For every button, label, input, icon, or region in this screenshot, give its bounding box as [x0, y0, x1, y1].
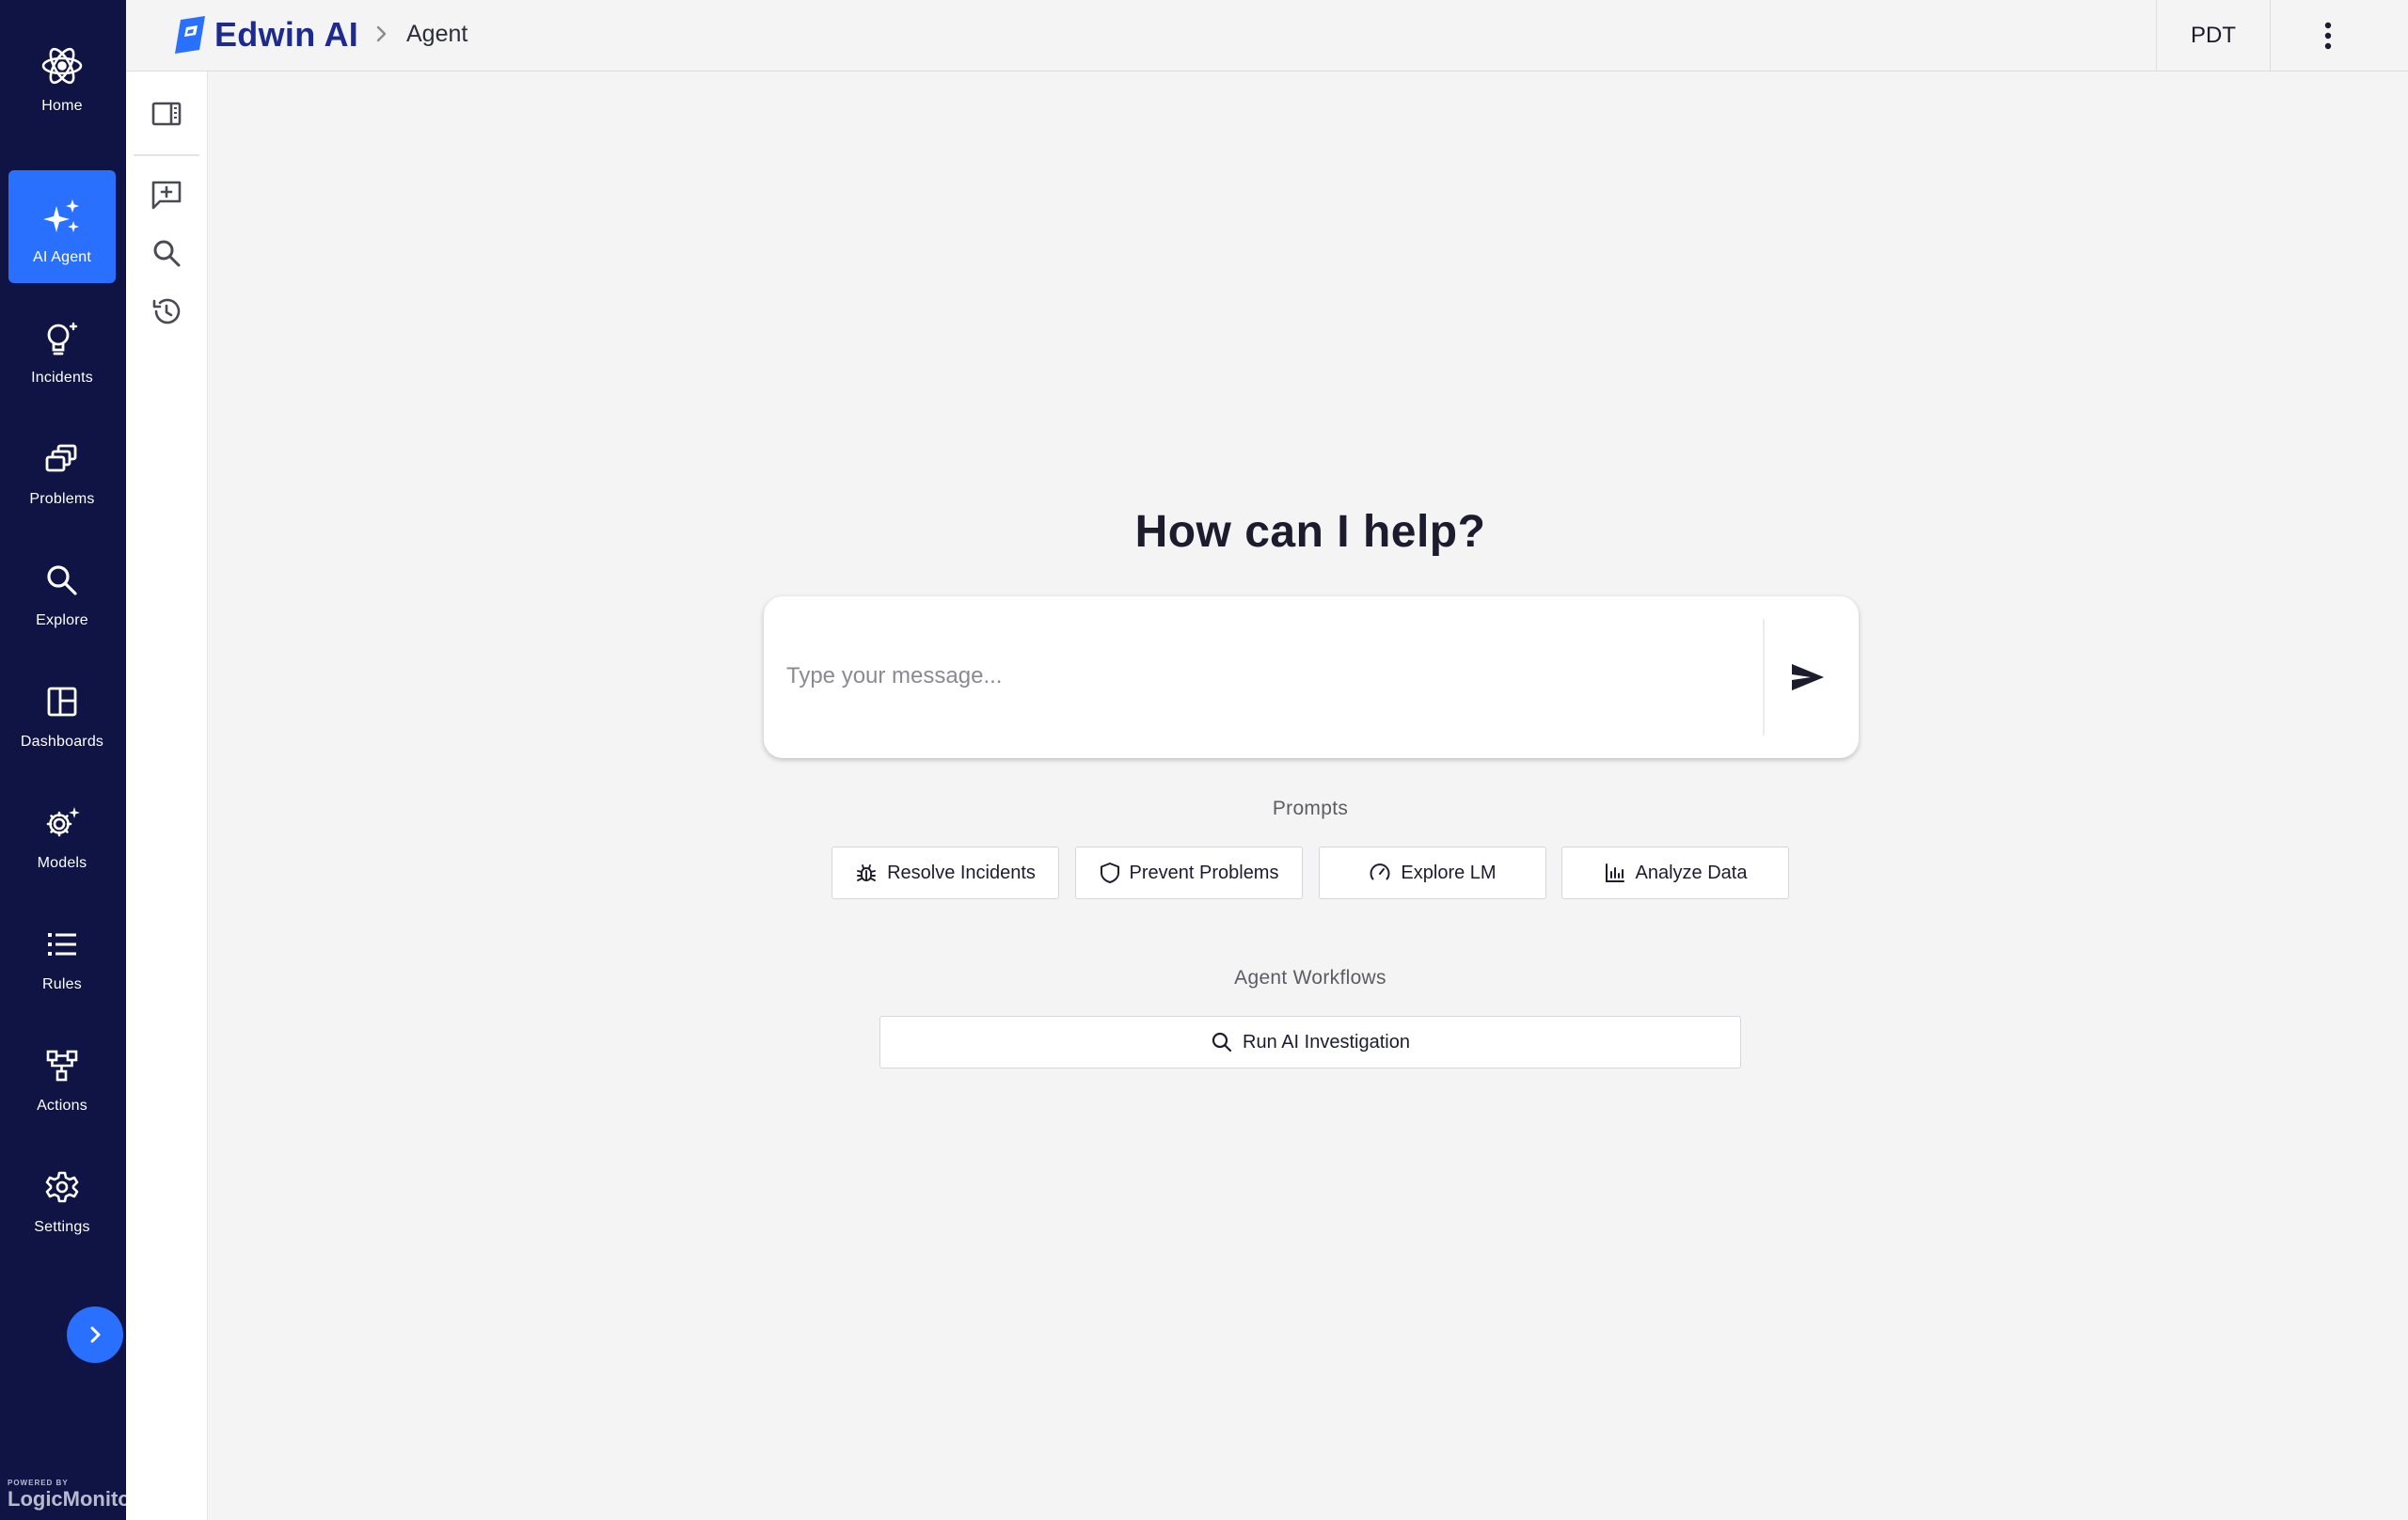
conversation-tool-rail: [126, 71, 208, 1520]
toggle-panel-button[interactable]: [143, 90, 190, 137]
history-icon: [150, 295, 182, 327]
powered-by-label: POWERED BY: [8, 1479, 69, 1487]
bar-chart-icon: [1604, 862, 1626, 884]
nav-label: Rules: [42, 976, 82, 992]
edwin-logo-icon: [171, 14, 209, 55]
nav-label: Incidents: [31, 370, 93, 386]
nav-label: Models: [37, 855, 87, 871]
search-chats-button[interactable]: [143, 230, 190, 277]
message-input[interactable]: [786, 634, 1727, 719]
nav-label: Home: [41, 98, 83, 114]
chevron-right-icon: [372, 23, 391, 45]
composer-divider: [1763, 619, 1765, 736]
nav-item-ai-agent[interactable]: AI Agent: [8, 170, 116, 283]
page-headline: How can I help?: [1134, 507, 1486, 557]
atom-icon: [40, 43, 85, 88]
chat-history-button[interactable]: [143, 288, 190, 335]
top-header: Edwin AI Agent PDT: [126, 0, 2408, 71]
sparkles-icon: [40, 195, 85, 240]
nav-item-problems[interactable]: Problems: [8, 412, 116, 525]
search-icon: [1211, 1031, 1233, 1053]
gear-icon: [40, 1164, 85, 1210]
send-icon: [1790, 662, 1826, 692]
prompt-label: Explore LM: [1401, 862, 1497, 883]
shield-icon: [1100, 862, 1120, 884]
prompt-label: Prevent Problems: [1129, 862, 1279, 883]
list-icon: [40, 922, 85, 967]
lightbulb-icon: [40, 315, 85, 360]
nav-item-dashboards[interactable]: Dashboards: [8, 655, 116, 768]
tool-divider: [134, 154, 199, 156]
nav-item-home[interactable]: Home: [8, 19, 116, 132]
nav-label: Problems: [29, 491, 95, 507]
nav-item-incidents[interactable]: Incidents: [8, 291, 116, 404]
send-button[interactable]: [1778, 647, 1838, 707]
nav-item-settings[interactable]: Settings: [8, 1140, 116, 1253]
expand-nav-button[interactable]: [67, 1306, 123, 1363]
nav-label: AI Agent: [32, 249, 92, 265]
more-options-button[interactable]: [2271, 0, 2385, 71]
new-chat-icon: [150, 179, 182, 211]
prompt-explore-lm-button[interactable]: Explore LM: [1319, 847, 1546, 899]
kebab-menu-icon: [2323, 22, 2333, 50]
prompt-label: Resolve Incidents: [887, 862, 1036, 883]
gear-sparkle-icon: [40, 800, 85, 846]
main-navigation: Home AI Agent Incidents Problems Explore…: [0, 0, 139, 1520]
nav-label: Settings: [34, 1219, 90, 1235]
nav-label: Dashboards: [20, 734, 104, 750]
search-icon: [151, 238, 182, 268]
nav-item-rules[interactable]: Rules: [8, 897, 116, 1010]
nav-item-actions[interactable]: Actions: [8, 1019, 116, 1132]
powered-by-logo: POWERED BY LogicMonitor: [8, 1479, 139, 1511]
workflow-label: Run AI Investigation: [1243, 1031, 1410, 1053]
prompt-prevent-problems-button[interactable]: Prevent Problems: [1075, 847, 1303, 899]
run-ai-investigation-button[interactable]: Run AI Investigation: [879, 1016, 1741, 1069]
brand[interactable]: Edwin AI: [171, 11, 358, 58]
prompts-label: Prompts: [1272, 798, 1349, 819]
brand-name: Edwin AI: [214, 15, 359, 54]
search-icon: [40, 558, 85, 603]
nav-item-models[interactable]: Models: [8, 776, 116, 889]
agent-workflows-label: Agent Workflows: [1234, 967, 1386, 989]
message-composer: [764, 596, 1859, 758]
stacked-windows-icon: [40, 436, 85, 482]
timezone-button[interactable]: PDT: [2156, 0, 2271, 71]
chevron-right-icon: [85, 1324, 105, 1345]
new-chat-button[interactable]: [143, 171, 190, 218]
workflow-icon: [40, 1043, 85, 1088]
logicmonitor-logo: LogicMonitor: [8, 1487, 139, 1511]
dashboard-grid-icon: [40, 679, 85, 724]
prompt-label: Analyze Data: [1635, 862, 1748, 883]
breadcrumb-current: Agent: [406, 21, 468, 47]
toggle-panel-icon: [150, 100, 182, 128]
gauge-icon: [1369, 862, 1391, 884]
nav-label: Explore: [36, 612, 88, 628]
nav-item-explore[interactable]: Explore: [8, 533, 116, 646]
nav-label: Actions: [37, 1098, 87, 1114]
bug-icon: [855, 862, 878, 884]
prompt-analyze-data-button[interactable]: Analyze Data: [1561, 847, 1789, 899]
prompt-resolve-incidents-button[interactable]: Resolve Incidents: [832, 847, 1059, 899]
